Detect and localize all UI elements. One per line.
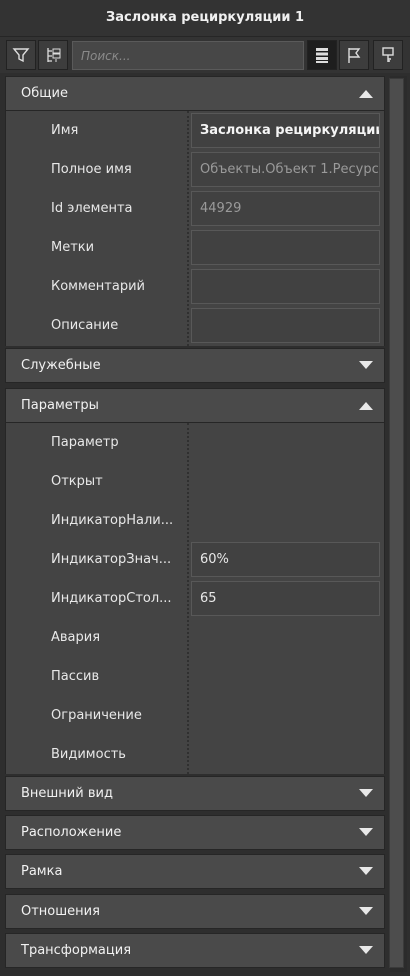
property-row: Пассив: [6, 657, 386, 696]
property-row: Видимость: [6, 735, 386, 774]
section-label: Расположение: [21, 825, 122, 840]
comment-field[interactable]: [191, 269, 380, 304]
section-label: Рамка: [21, 864, 63, 879]
property-row: Имя Заслонка рециркуляции 1: [6, 111, 386, 150]
property-row: Полное имя Объекты.Объект 1.Ресурсы: [6, 150, 386, 189]
section-service-header[interactable]: Служебные: [5, 348, 385, 383]
section-label: Отношения: [21, 904, 100, 919]
section-label: Параметры: [21, 398, 99, 413]
property-label: Авария: [51, 630, 101, 645]
list-view-button[interactable]: [307, 40, 337, 70]
indicator-column-field[interactable]: 65: [191, 581, 380, 616]
property-row: Параметр: [6, 423, 386, 462]
property-label: ИндикаторСтол...: [51, 591, 172, 606]
full-name-field[interactable]: Объекты.Объект 1.Ресурсы: [191, 152, 380, 187]
indicator-value-field[interactable]: 60%: [191, 542, 380, 577]
property-label: Id элемента: [51, 201, 133, 216]
property-label: ИндикаторНали...: [51, 513, 174, 528]
section-relations-header[interactable]: Отношения: [5, 894, 385, 929]
chevron-up-icon: [348, 77, 384, 110]
section-label: Внешний вид: [21, 786, 113, 801]
property-row: Комментарий: [6, 267, 386, 306]
scrollbar-thumb[interactable]: [389, 78, 404, 968]
property-row: ИндикаторНали...: [6, 501, 386, 540]
property-row: Описание: [6, 306, 386, 345]
chevron-down-icon: [348, 934, 384, 967]
chevron-down-icon: [348, 855, 384, 888]
properties-panel: Общие Имя Заслонка рециркуляции 1 Полное…: [5, 76, 389, 972]
property-label: Пассив: [51, 669, 100, 684]
property-row: Id элемента 44929: [6, 189, 386, 228]
section-general-header[interactable]: Общие: [5, 76, 385, 111]
section-label: Служебные: [21, 358, 101, 373]
chevron-up-icon: [348, 389, 384, 422]
property-label: Метки: [51, 240, 95, 255]
property-row: Открыт: [6, 462, 386, 501]
key-icon: [382, 47, 394, 62]
section-general-body: Имя Заслонка рециркуляции 1 Полное имя О…: [5, 111, 385, 346]
collapse-tree-icon: [47, 48, 61, 62]
section-label: Общие: [21, 86, 68, 101]
filter-icon: [12, 48, 30, 63]
property-row: Авария: [6, 618, 386, 657]
search-input[interactable]: [72, 41, 304, 70]
filter-button[interactable]: [6, 40, 36, 70]
window-title: Заслонка рециркуляции 1: [0, 0, 410, 37]
chevron-down-icon: [348, 816, 384, 849]
name-field[interactable]: Заслонка рециркуляции 1: [191, 113, 380, 148]
toolbar: [0, 37, 410, 73]
collapse-tree-button[interactable]: [38, 40, 68, 70]
tags-field[interactable]: [191, 230, 380, 265]
section-appearance-header[interactable]: Внешний вид: [5, 776, 385, 811]
key-button[interactable]: [373, 40, 403, 70]
flag-icon: [348, 48, 361, 63]
property-label: Видимость: [51, 747, 126, 762]
element-id-field[interactable]: 44929: [191, 191, 380, 226]
property-label: Полное имя: [51, 162, 132, 177]
property-label: Комментарий: [51, 279, 145, 294]
description-field[interactable]: [191, 308, 380, 343]
property-label: Описание: [51, 318, 119, 333]
property-label: Параметр: [51, 435, 119, 450]
flag-button[interactable]: [339, 40, 369, 70]
chevron-down-icon: [348, 895, 384, 928]
section-parameters-body: Параметр Открыт ИндикаторНали... Индикат…: [5, 423, 385, 774]
property-row: Метки: [6, 228, 386, 267]
section-transform-header[interactable]: Трансформация: [5, 933, 385, 968]
chevron-down-icon: [348, 349, 384, 382]
property-row: ИндикаторЗнач... 60%: [6, 540, 386, 579]
property-row: ИндикаторСтол... 65: [6, 579, 386, 618]
property-row: Ограничение: [6, 696, 386, 735]
property-label: Ограничение: [51, 708, 142, 723]
chevron-down-icon: [348, 777, 384, 810]
property-label: Имя: [51, 123, 79, 138]
list-view-icon: [316, 48, 328, 63]
section-location-header[interactable]: Расположение: [5, 815, 385, 850]
property-label: ИндикаторЗнач...: [51, 552, 172, 567]
section-frame-header[interactable]: Рамка: [5, 854, 385, 889]
section-parameters-header[interactable]: Параметры: [5, 388, 385, 423]
section-label: Трансформация: [21, 943, 132, 958]
property-label: Открыт: [51, 474, 103, 489]
